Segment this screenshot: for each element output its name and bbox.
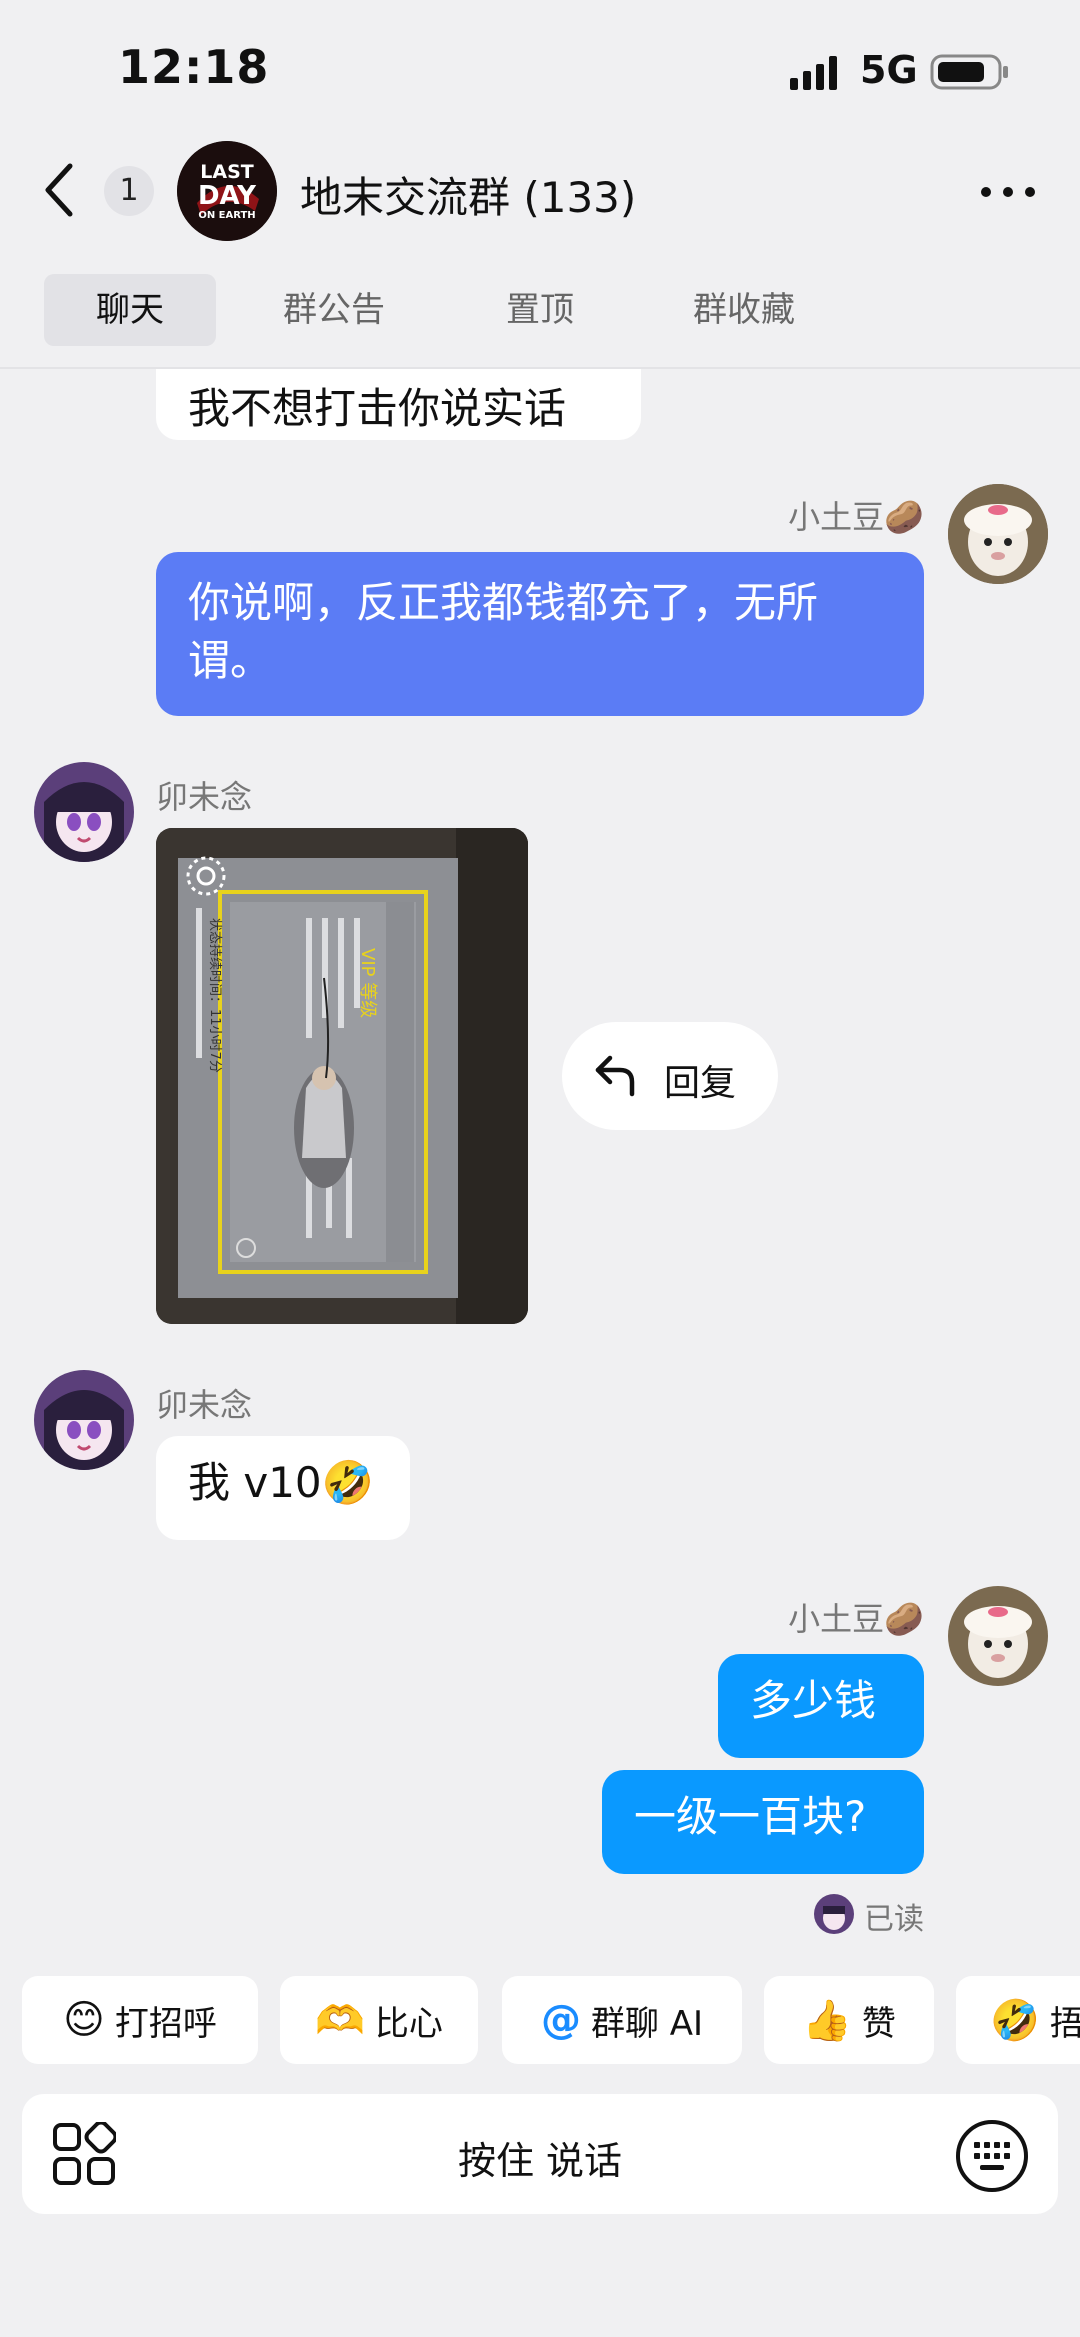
- message-bubble[interactable]: 你说啊，反正我都钱都充了，无所谓。: [156, 552, 924, 716]
- hold-to-talk-label[interactable]: 按住 说话: [0, 2130, 1080, 2185]
- message-bubble[interactable]: 我不想打击你说实话: [156, 369, 641, 440]
- sender-name: 小土豆🥔: [788, 1600, 924, 1638]
- unread-badge[interactable]: 1: [104, 166, 154, 216]
- status-time: 12:18: [118, 40, 270, 94]
- message-bubble[interactable]: 一级一百块?: [602, 1770, 924, 1874]
- image-message[interactable]: VIP 等级 状态持续时间：11小时7分: [156, 828, 528, 1324]
- message-bubble[interactable]: 多少钱: [718, 1654, 924, 1758]
- thumbs-up-icon: 👍: [802, 1997, 852, 2044]
- more-options-button[interactable]: [978, 172, 1038, 212]
- at-icon: @: [540, 1997, 581, 2043]
- reply-arrow-icon: [595, 1055, 635, 1097]
- laughing-icon: 🤣: [990, 1997, 1040, 2044]
- tab-pinned[interactable]: 置顶: [480, 274, 600, 346]
- user-avatar[interactable]: [948, 484, 1048, 584]
- message-bubble[interactable]: 我 v10🤣: [156, 1436, 410, 1540]
- network-label: 5G: [860, 48, 918, 92]
- quick-action-laugh[interactable]: 🤣 捂: [956, 1976, 1080, 2064]
- quick-action-label: 打招呼: [114, 2003, 217, 2044]
- image-caption-line: 状态持续时间：11小时7分: [207, 918, 222, 1073]
- image-caption-title: VIP 等级: [357, 948, 378, 1019]
- wave-icon: 😊: [63, 1997, 105, 2043]
- tab-favorites[interactable]: 群收藏: [672, 274, 816, 346]
- group-title[interactable]: 地末交流群 (133): [300, 164, 636, 225]
- sender-name: 卯未念: [156, 778, 253, 816]
- quick-action-group-ai[interactable]: @ 群聊 AI: [502, 1976, 742, 2064]
- reply-label: 回复: [664, 1063, 737, 1104]
- message-clip: 我不想打击你说实话: [0, 369, 1080, 449]
- battery-icon: [930, 52, 1010, 96]
- message-text: 我不想打击你说实话: [188, 384, 567, 433]
- avatar-text-line2: DAY: [197, 181, 257, 211]
- heart-hands-icon: 🫶: [315, 1997, 365, 2044]
- reply-button[interactable]: 回复: [562, 1022, 778, 1130]
- sender-name: 卯未念: [156, 1386, 253, 1424]
- sender-name: 小土豆🥔: [788, 498, 924, 536]
- message-text: 多少钱: [750, 1676, 877, 1725]
- quick-action-label: 赞: [861, 2003, 896, 2044]
- read-receipt-avatar: [814, 1894, 854, 1934]
- tab-chat[interactable]: 聊天: [44, 274, 216, 346]
- user-avatar[interactable]: [948, 1586, 1048, 1686]
- signal-icon: [790, 56, 842, 94]
- quick-action-heart[interactable]: 🫶 比心: [280, 1976, 478, 2064]
- read-receipt: 已读: [864, 1902, 924, 1937]
- member-avatar[interactable]: [34, 1370, 134, 1470]
- avatar-text-line3: ON EARTH: [198, 210, 256, 221]
- keyboard-icon[interactable]: [954, 2118, 1030, 2198]
- tab-announcement[interactable]: 群公告: [262, 274, 406, 346]
- quick-action-like[interactable]: 👍 赞: [764, 1976, 934, 2064]
- quick-action-label: 比心: [374, 2003, 443, 2044]
- back-button[interactable]: [40, 160, 80, 220]
- quick-action-greet[interactable]: 😊 打招呼: [22, 1976, 258, 2064]
- avatar-text-line1: LAST: [200, 161, 254, 183]
- quick-action-label: 捂: [1049, 2003, 1080, 2044]
- message-text: 你说啊，反正我都钱都充了，无所谓。: [188, 578, 819, 685]
- group-avatar[interactable]: LAST DAY ON EARTH: [177, 141, 277, 241]
- message-text: 一级一百块?: [634, 1792, 867, 1841]
- message-text: 我 v10🤣: [188, 1458, 374, 1507]
- member-avatar[interactable]: [34, 762, 134, 862]
- quick-action-label: 群聊 AI: [590, 2003, 704, 2044]
